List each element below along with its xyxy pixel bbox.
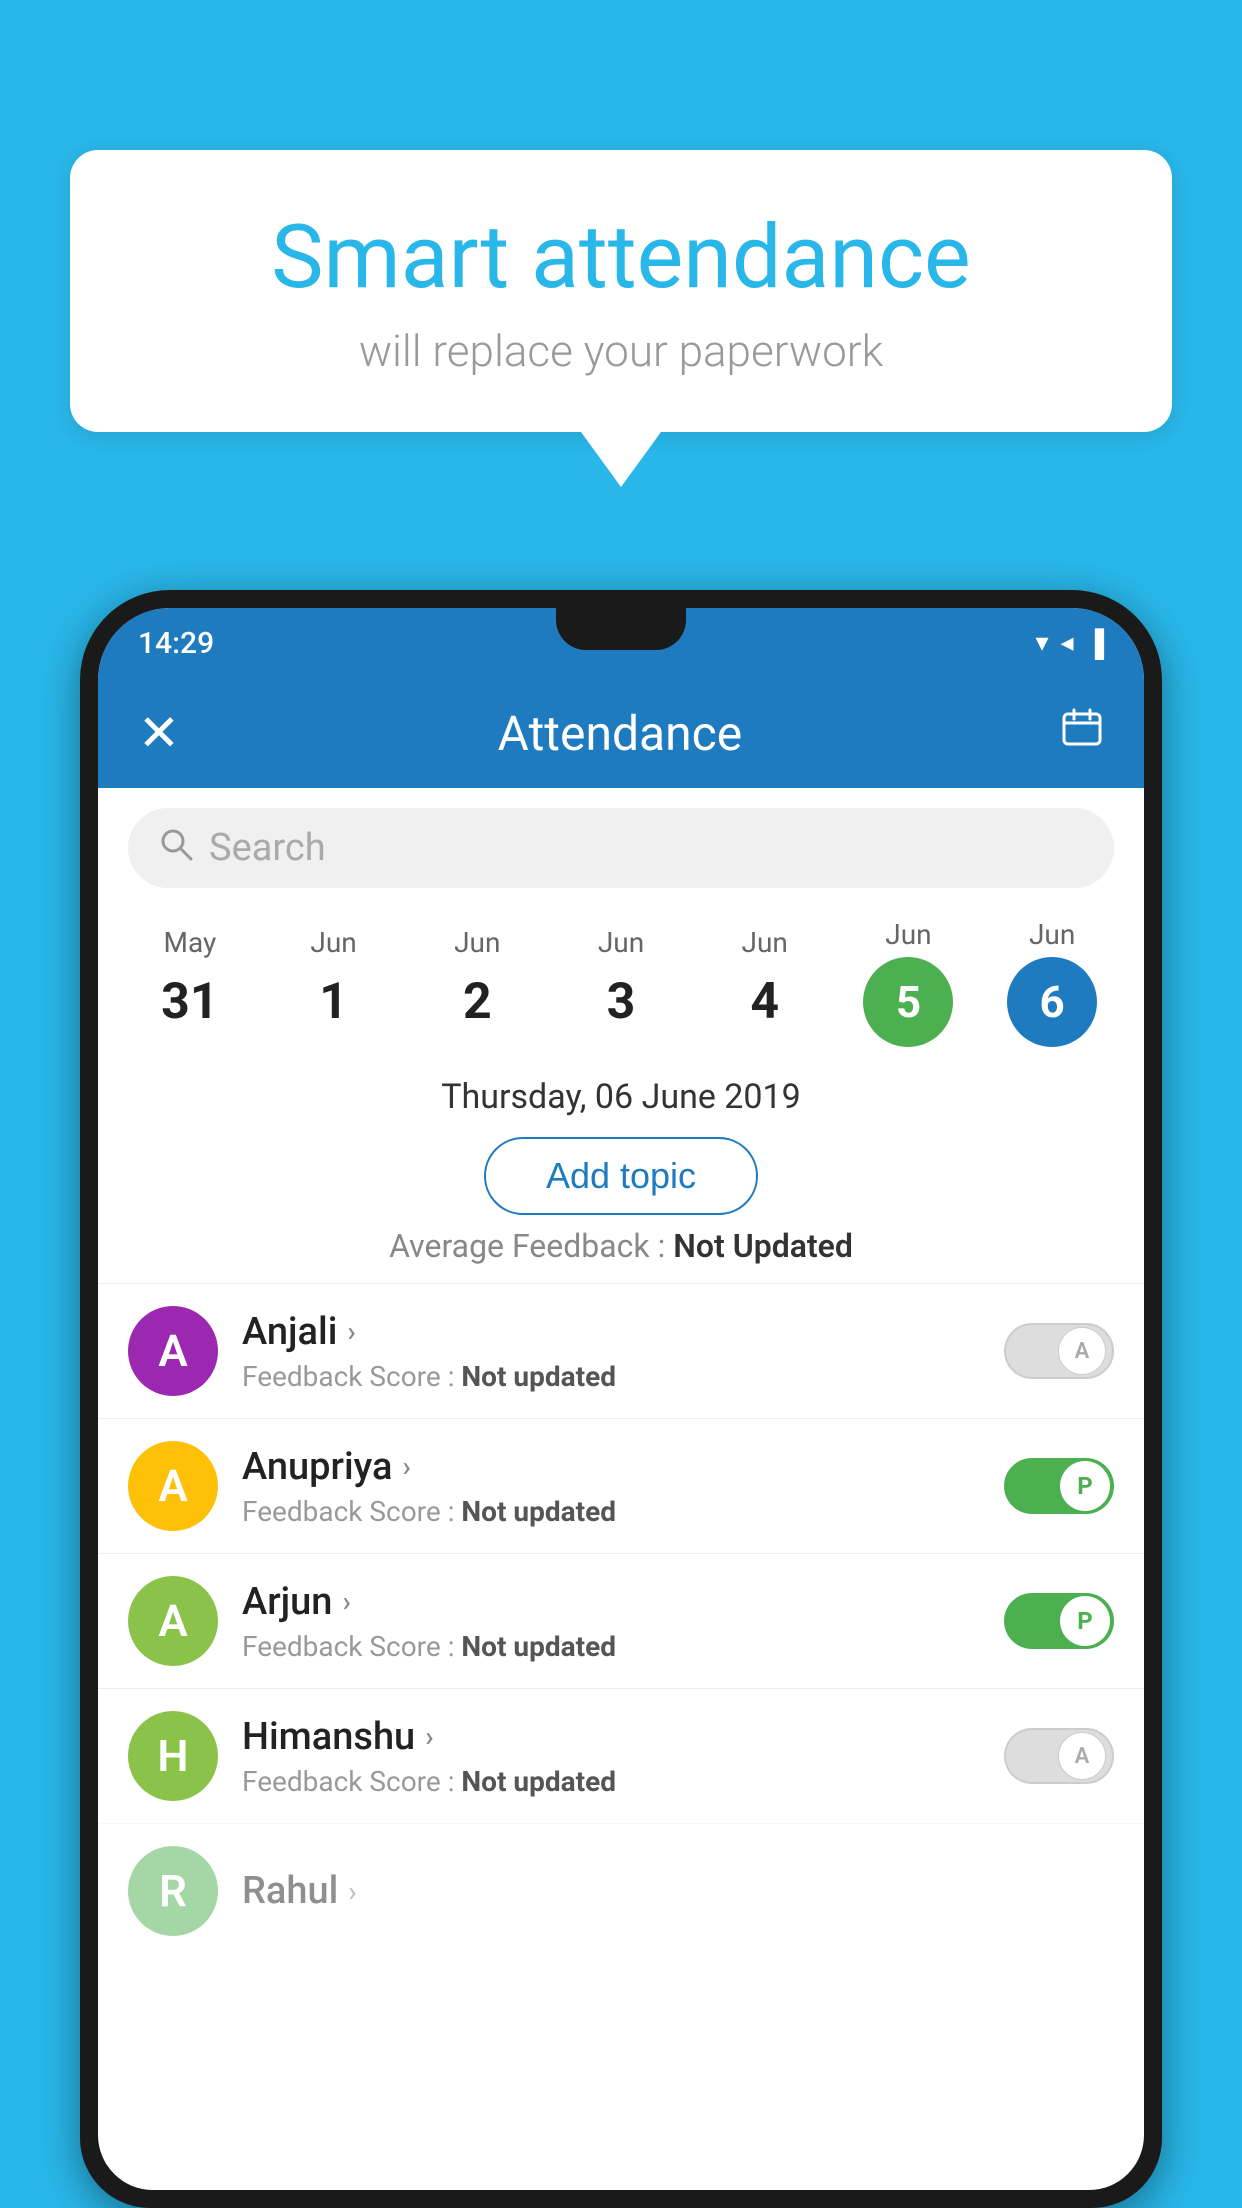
- speech-bubble: Smart attendance will replace your paper…: [70, 150, 1172, 432]
- month-label-0: May: [118, 916, 262, 965]
- date-col-0[interactable]: May 31: [118, 916, 262, 1039]
- student-name: Arjun ›: [242, 1580, 980, 1624]
- student-name: Himanshu ›: [242, 1715, 980, 1759]
- list-item[interactable]: A Anupriya › Feedback Score : Not update…: [98, 1418, 1144, 1553]
- phone-mockup: 14:29 ▾ ◂ ▐ ✕ Attendance: [80, 590, 1162, 2208]
- attendance-toggle-on[interactable]: P: [1004, 1593, 1114, 1649]
- attendance-toggle-on[interactable]: P: [1004, 1458, 1114, 1514]
- signal-icon: ◂: [1061, 628, 1074, 658]
- student-info: Anupriya › Feedback Score : Not updated: [242, 1445, 980, 1528]
- app-title: Attendance: [210, 705, 1030, 762]
- search-placeholder: Search: [209, 826, 326, 870]
- chevron-right-icon: ›: [348, 1875, 356, 1908]
- avatar: H: [128, 1711, 218, 1801]
- avatar: A: [128, 1441, 218, 1531]
- date-col-5[interactable]: Jun 5: [837, 908, 981, 1047]
- list-item[interactable]: R Rahul ›: [98, 1823, 1144, 1958]
- toggle-knob: A: [1058, 1327, 1106, 1375]
- month-label-5: Jun: [837, 908, 981, 957]
- avatar: R: [128, 1846, 218, 1936]
- status-time: 14:29: [138, 626, 214, 661]
- student-info: Rahul ›: [242, 1869, 1114, 1913]
- day-number-0: 31: [118, 965, 262, 1039]
- average-feedback-label: Average Feedback :: [389, 1227, 673, 1265]
- date-col-2[interactable]: Jun 2: [405, 916, 549, 1039]
- status-icons: ▾ ◂ ▐: [1035, 628, 1104, 659]
- student-name: Anupriya ›: [242, 1445, 980, 1489]
- app-bar: ✕ Attendance: [98, 678, 1144, 788]
- avatar: A: [128, 1306, 218, 1396]
- add-topic-button[interactable]: Add topic: [484, 1137, 758, 1215]
- feedback-score: Feedback Score : Not updated: [242, 1495, 980, 1528]
- chevron-right-icon: ›: [342, 1585, 350, 1618]
- date-col-6[interactable]: Jun 6: [980, 908, 1124, 1047]
- month-label-3: Jun: [549, 916, 693, 965]
- student-info: Himanshu › Feedback Score : Not updated: [242, 1715, 980, 1798]
- day-number-2: 2: [405, 965, 549, 1039]
- close-button[interactable]: ✕: [138, 704, 180, 763]
- speech-bubble-subtitle: will replace your paperwork: [130, 325, 1112, 377]
- speech-bubble-arrow: [581, 432, 661, 487]
- average-feedback-value: Not Updated: [673, 1227, 853, 1265]
- selected-date: Thursday, 06 June 2019: [98, 1057, 1144, 1127]
- attendance-toggle-off[interactable]: A: [1004, 1728, 1114, 1784]
- phone-screen: 14:29 ▾ ◂ ▐ ✕ Attendance: [98, 608, 1144, 2190]
- toggle-knob: A: [1058, 1732, 1106, 1780]
- chevron-right-icon: ›: [425, 1720, 433, 1753]
- day-number-3: 3: [549, 965, 693, 1039]
- list-item[interactable]: A Arjun › Feedback Score : Not updated P: [98, 1553, 1144, 1688]
- attendance-toggle-off[interactable]: A: [1004, 1323, 1114, 1379]
- toggle-knob: P: [1060, 1596, 1110, 1646]
- chevron-right-icon: ›: [347, 1315, 355, 1348]
- list-item[interactable]: A Anjali › Feedback Score : Not updated …: [98, 1283, 1144, 1418]
- calendar-icon[interactable]: [1060, 706, 1104, 760]
- list-item[interactable]: H Himanshu › Feedback Score : Not update…: [98, 1688, 1144, 1823]
- student-info: Anjali › Feedback Score : Not updated: [242, 1310, 980, 1393]
- search-bar[interactable]: Search: [128, 808, 1114, 888]
- phone-notch: [556, 608, 686, 650]
- average-feedback: Average Feedback : Not Updated: [98, 1227, 1144, 1265]
- day-number-4: 4: [693, 965, 837, 1039]
- speech-bubble-title: Smart attendance: [130, 210, 1112, 307]
- student-info: Arjun › Feedback Score : Not updated: [242, 1580, 980, 1663]
- day-circle-green-5: 5: [863, 957, 953, 1047]
- date-col-3[interactable]: Jun 3: [549, 916, 693, 1039]
- month-label-4: Jun: [693, 916, 837, 965]
- battery-icon: ▐: [1086, 628, 1104, 659]
- date-col-1[interactable]: Jun 1: [262, 916, 406, 1039]
- toggle-knob: P: [1060, 1461, 1110, 1511]
- chevron-right-icon: ›: [402, 1450, 410, 1483]
- student-name: Rahul ›: [242, 1869, 1114, 1913]
- student-list: A Anjali › Feedback Score : Not updated …: [98, 1283, 1144, 1958]
- month-label-2: Jun: [405, 916, 549, 965]
- feedback-score: Feedback Score : Not updated: [242, 1630, 980, 1663]
- wifi-icon: ▾: [1035, 628, 1048, 658]
- student-name: Anjali ›: [242, 1310, 980, 1354]
- calendar-months-row: May 31 Jun 1 Jun 2 Jun 3 Jun 4 Jun 5: [98, 908, 1144, 1047]
- day-circle-blue-6: 6: [1007, 957, 1097, 1047]
- feedback-score: Feedback Score : Not updated: [242, 1765, 980, 1798]
- feedback-score: Feedback Score : Not updated: [242, 1360, 980, 1393]
- date-col-4[interactable]: Jun 4: [693, 916, 837, 1039]
- speech-bubble-section: Smart attendance will replace your paper…: [70, 150, 1172, 487]
- avatar: A: [128, 1576, 218, 1666]
- day-number-1: 1: [262, 965, 406, 1039]
- search-icon: [158, 826, 194, 871]
- month-label-6: Jun: [980, 908, 1124, 957]
- month-label-1: Jun: [262, 916, 406, 965]
